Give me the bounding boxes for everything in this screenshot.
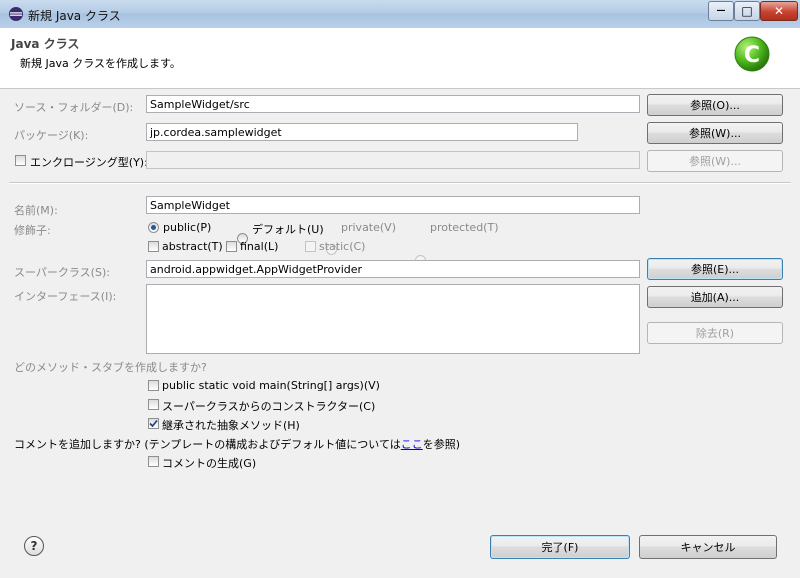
- interfaces-label: インターフェース(I):: [14, 290, 117, 303]
- protected-radio-label: protected(T): [430, 221, 499, 234]
- generate-comments-checkbox[interactable]: [148, 456, 159, 467]
- source-folder-label: ソース・フォルダー(D):: [14, 101, 134, 114]
- interfaces-add-button[interactable]: 追加(A)...: [647, 286, 783, 308]
- superclass-label: スーパークラス(S):: [14, 266, 110, 279]
- logo-letter: C: [744, 43, 760, 68]
- comments-question: コメントを追加しますか? (テンプレートの構成およびデフォルト値についてはここを…: [14, 436, 460, 452]
- superclass-browse-button[interactable]: 参照(E)...: [647, 258, 783, 280]
- package-label: パッケージ(K):: [14, 129, 89, 142]
- enclosing-type-field: [146, 151, 640, 169]
- maximize-button[interactable]: □: [734, 1, 760, 21]
- abstract-checkbox[interactable]: [148, 241, 159, 252]
- inherited-abstract-methods-label[interactable]: 継承された抽象メソッド(H): [162, 417, 300, 433]
- generate-comments-label[interactable]: コメントの生成(G): [162, 455, 256, 471]
- minimize-icon: —: [716, 6, 726, 16]
- source-folder-field[interactable]: SampleWidget/src: [146, 95, 640, 113]
- comments-question-prefix: コメントを追加しますか? (テンプレートの構成およびデフォルト値については: [14, 438, 401, 451]
- main-method-checkbox[interactable]: [148, 380, 159, 391]
- constructors-checkbox[interactable]: [148, 399, 159, 410]
- templates-link[interactable]: ここ: [401, 438, 423, 451]
- superclass-field[interactable]: android.appwidget.AppWidgetProvider: [146, 260, 640, 278]
- cancel-button[interactable]: キャンセル: [639, 535, 777, 559]
- comments-question-suffix: を参照): [422, 438, 461, 451]
- separator: [9, 182, 791, 184]
- close-button[interactable]: ✕: [760, 1, 798, 21]
- interfaces-list[interactable]: [146, 284, 640, 354]
- enclosing-type-checkbox[interactable]: [15, 155, 26, 166]
- final-checkbox[interactable]: [226, 241, 237, 252]
- static-checkbox: [305, 241, 316, 252]
- public-radio[interactable]: [148, 222, 159, 233]
- java-class-logo-icon: C: [734, 36, 770, 72]
- default-radio-label[interactable]: デフォルト(U): [252, 221, 324, 237]
- minimize-button[interactable]: —: [708, 1, 734, 21]
- static-checkbox-label: static(C): [319, 240, 366, 253]
- enclosing-type-label[interactable]: エンクロージング型(Y):: [30, 154, 148, 170]
- final-checkbox-label[interactable]: final(L): [240, 240, 278, 253]
- main-method-label[interactable]: public static void main(String[] args)(V…: [162, 379, 380, 392]
- close-icon: ✕: [773, 4, 785, 18]
- abstract-checkbox-label[interactable]: abstract(T): [162, 240, 223, 253]
- package-browse-button[interactable]: 参照(W)...: [647, 122, 783, 144]
- window-title: 新規 Java クラス: [28, 9, 121, 23]
- maximize-icon: □: [741, 4, 753, 18]
- checkmark-icon: [149, 419, 158, 428]
- constructors-label[interactable]: スーパークラスからのコンストラクター(C): [162, 398, 375, 414]
- modifiers-label: 修飾子:: [14, 224, 51, 237]
- private-radio-label: private(V): [341, 221, 396, 234]
- interfaces-remove-button: 除去(R): [647, 322, 783, 344]
- help-icon: ?: [30, 539, 38, 553]
- source-folder-browse-button[interactable]: 参照(O)...: [647, 94, 783, 116]
- package-field[interactable]: jp.cordea.samplewidget: [146, 123, 578, 141]
- help-button[interactable]: ?: [24, 536, 44, 556]
- class-name-field[interactable]: SampleWidget: [146, 196, 640, 214]
- finish-button[interactable]: 完了(F): [490, 535, 630, 559]
- inherited-abstract-methods-checkbox[interactable]: [148, 418, 159, 429]
- name-label: 名前(M):: [14, 204, 58, 217]
- enclosing-type-browse-button: 参照(W)...: [647, 150, 783, 172]
- public-radio-label[interactable]: public(P): [163, 221, 211, 234]
- wizard-description: 新規 Java クラスを作成します。: [20, 57, 181, 70]
- eclipse-icon: [9, 7, 23, 21]
- method-stubs-question: どのメソッド・スタブを作成しますか?: [14, 361, 207, 374]
- wizard-title: Java クラス: [11, 37, 80, 51]
